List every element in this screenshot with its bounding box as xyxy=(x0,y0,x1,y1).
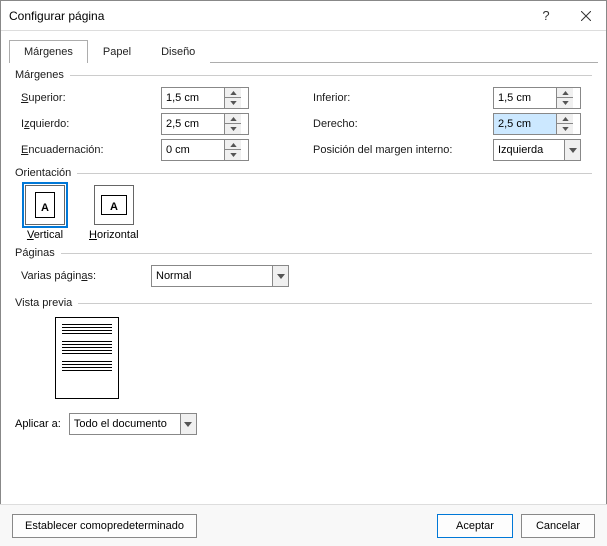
titlebar: Configurar página ? xyxy=(1,1,606,31)
orientation-vertical-label: Vertical xyxy=(27,229,63,241)
spinner-down-icon[interactable] xyxy=(225,150,241,160)
apply-row: Aplicar a: Todo el documento xyxy=(15,413,592,435)
select-applyto[interactable]: Todo el documento xyxy=(69,413,197,435)
input-bottom[interactable] xyxy=(494,88,556,108)
spinner-up-icon[interactable] xyxy=(225,114,241,124)
label-multipages: Varias páginas: xyxy=(21,270,141,282)
chevron-down-icon xyxy=(180,414,196,434)
spinner-gutter[interactable] xyxy=(161,139,249,161)
spinner-up-icon[interactable] xyxy=(557,88,573,98)
tab-design[interactable]: Diseño xyxy=(146,40,210,63)
svg-text:A: A xyxy=(110,201,118,213)
input-left[interactable] xyxy=(162,114,224,134)
group-preview: Vista previa xyxy=(15,297,592,399)
landscape-icon: A xyxy=(94,185,134,225)
help-button[interactable]: ? xyxy=(526,1,566,31)
group-pages: Páginas Varias páginas: Normal xyxy=(15,247,592,287)
select-gutterpos[interactable]: Izquierda xyxy=(493,139,581,161)
preview-page-icon xyxy=(55,317,119,399)
tab-paper[interactable]: Papel xyxy=(88,40,146,63)
spinner-down-icon[interactable] xyxy=(557,98,573,108)
select-multipages-value: Normal xyxy=(156,270,272,282)
spinner-down-icon[interactable] xyxy=(225,98,241,108)
orientation-horizontal-label: Horizontal xyxy=(89,229,139,241)
input-right[interactable] xyxy=(494,114,556,134)
group-preview-label: Vista previa xyxy=(15,297,72,309)
group-margins: Márgenes Superior: Inferior: Izquierdo: … xyxy=(15,69,592,161)
spinner-left[interactable] xyxy=(161,113,249,135)
group-margins-label: Márgenes xyxy=(15,69,64,81)
tabs: Márgenes Papel Diseño xyxy=(1,31,606,62)
label-gutterpos: Posición del margen interno: xyxy=(313,144,493,156)
window-title: Configurar página xyxy=(9,9,526,23)
input-top[interactable] xyxy=(162,88,224,108)
select-multipages[interactable]: Normal xyxy=(151,265,289,287)
spinner-up-icon[interactable] xyxy=(225,88,241,98)
label-right: Derecho: xyxy=(313,118,493,130)
label-left: Izquierdo: xyxy=(21,118,161,130)
chevron-down-icon xyxy=(272,266,288,286)
label-applyto: Aplicar a: xyxy=(15,418,61,430)
group-orientation-label: Orientación xyxy=(15,167,71,179)
group-pages-label: Páginas xyxy=(15,247,55,259)
spinner-bottom[interactable] xyxy=(493,87,581,109)
spinner-right[interactable] xyxy=(493,113,581,135)
spinner-down-icon[interactable] xyxy=(225,124,241,134)
spinner-down-icon[interactable] xyxy=(557,124,573,134)
svg-text:A: A xyxy=(41,202,49,214)
select-gutterpos-value: Izquierda xyxy=(498,144,564,156)
spinner-up-icon[interactable] xyxy=(225,140,241,150)
group-orientation: Orientación A Vertical A Horizontal xyxy=(15,167,592,241)
portrait-icon: A xyxy=(25,185,65,225)
close-icon xyxy=(581,11,591,21)
select-applyto-value: Todo el documento xyxy=(74,418,180,430)
footer: Establecer como predeterminado Aceptar C… xyxy=(0,504,607,546)
spinner-top[interactable] xyxy=(161,87,249,109)
label-bottom: Inferior: xyxy=(313,92,493,104)
tab-margins[interactable]: Márgenes xyxy=(9,40,88,63)
close-button[interactable] xyxy=(566,1,606,31)
spinner-up-icon[interactable] xyxy=(557,114,573,124)
ok-button[interactable]: Aceptar xyxy=(437,514,513,538)
set-default-button[interactable]: Establecer como predeterminado xyxy=(12,514,197,538)
label-gutter: Encuadernación: xyxy=(21,144,161,156)
label-top: Superior: xyxy=(21,92,161,104)
input-gutter[interactable] xyxy=(162,140,224,160)
cancel-button[interactable]: Cancelar xyxy=(521,514,595,538)
orientation-horizontal[interactable]: A Horizontal xyxy=(89,185,139,241)
chevron-down-icon xyxy=(564,140,580,160)
panel-margins: Márgenes Superior: Inferior: Izquierdo: … xyxy=(1,63,606,435)
orientation-vertical[interactable]: A Vertical xyxy=(25,185,65,241)
